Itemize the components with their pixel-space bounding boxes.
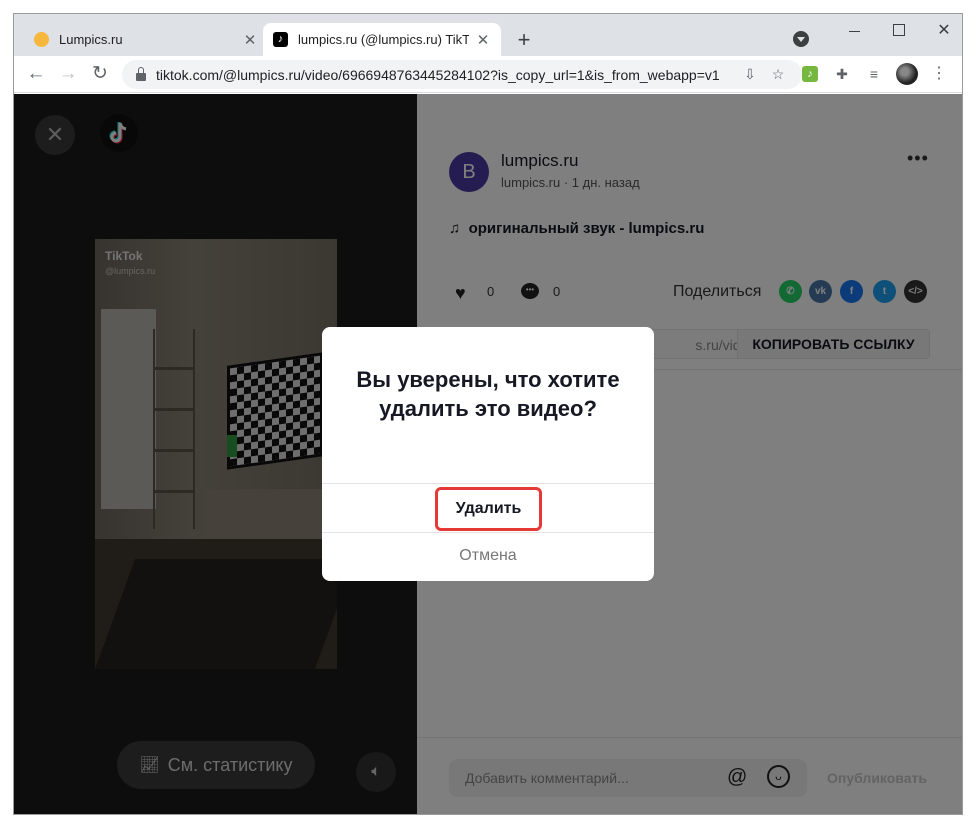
extensions-puzzle-icon[interactable]: ✚ — [832, 64, 852, 84]
back-button[interactable]: ← — [24, 62, 48, 86]
reload-button[interactable]: ↻ — [88, 62, 112, 86]
maximize-button[interactable] — [884, 20, 914, 40]
browser-window: Lumpics.ru ✕ ♪ lumpics.ru (@lumpics.ru) … — [14, 14, 962, 814]
window-close-button[interactable]: ✕ — [929, 20, 959, 40]
tiktok-favicon-icon: ♪ — [273, 32, 288, 47]
dialog-divider — [322, 483, 654, 484]
tab-title: lumpics.ru (@lumpics.ru) TikTok — [298, 32, 469, 47]
minimize-button[interactable] — [840, 20, 870, 40]
lock-icon[interactable] — [136, 66, 146, 81]
forward-button[interactable]: → — [56, 62, 80, 86]
tab-search-icon[interactable] — [793, 31, 809, 47]
tab-close-icon[interactable]: ✕ — [242, 31, 258, 49]
bookmark-star-icon[interactable]: ☆ — [768, 66, 788, 83]
browser-menu-icon[interactable]: ⋮ — [929, 64, 949, 84]
cancel-button[interactable]: Отмена — [322, 533, 654, 581]
delete-confirm-dialog: Вы уверены, что хотите удалить это видео… — [322, 327, 654, 581]
install-app-icon[interactable]: ⇩ — [740, 66, 760, 83]
dialog-title: Вы уверены, что хотите удалить это видео… — [356, 367, 620, 421]
profile-avatar[interactable] — [896, 63, 918, 85]
lumpics-favicon-icon — [34, 32, 49, 47]
tab-tiktok[interactable]: ♪ lumpics.ru (@lumpics.ru) TikTok ✕ — [263, 23, 501, 56]
new-tab-button[interactable]: + — [512, 28, 536, 52]
tab-strip: Lumpics.ru ✕ ♪ lumpics.ru (@lumpics.ru) … — [14, 14, 962, 56]
music-extension-icon[interactable]: ♪ — [802, 66, 818, 82]
browser-toolbar: ← → ↻ tiktok.com/@lumpics.ru/video/69669… — [14, 56, 962, 93]
tiktok-page: ✕ TikTok @lumpics.ru 📈︎ — [14, 94, 962, 814]
address-bar[interactable]: tiktok.com/@lumpics.ru/video/69669487634… — [122, 60, 802, 89]
delete-button[interactable]: Удалить — [435, 487, 542, 531]
tab-lumpics[interactable]: Lumpics.ru ✕ — [24, 23, 268, 56]
media-queue-icon[interactable]: ≡ — [864, 64, 884, 84]
tab-title: Lumpics.ru — [59, 32, 123, 47]
tab-close-icon[interactable]: ✕ — [475, 31, 491, 49]
address-text[interactable]: tiktok.com/@lumpics.ru/video/69669487634… — [156, 67, 732, 83]
